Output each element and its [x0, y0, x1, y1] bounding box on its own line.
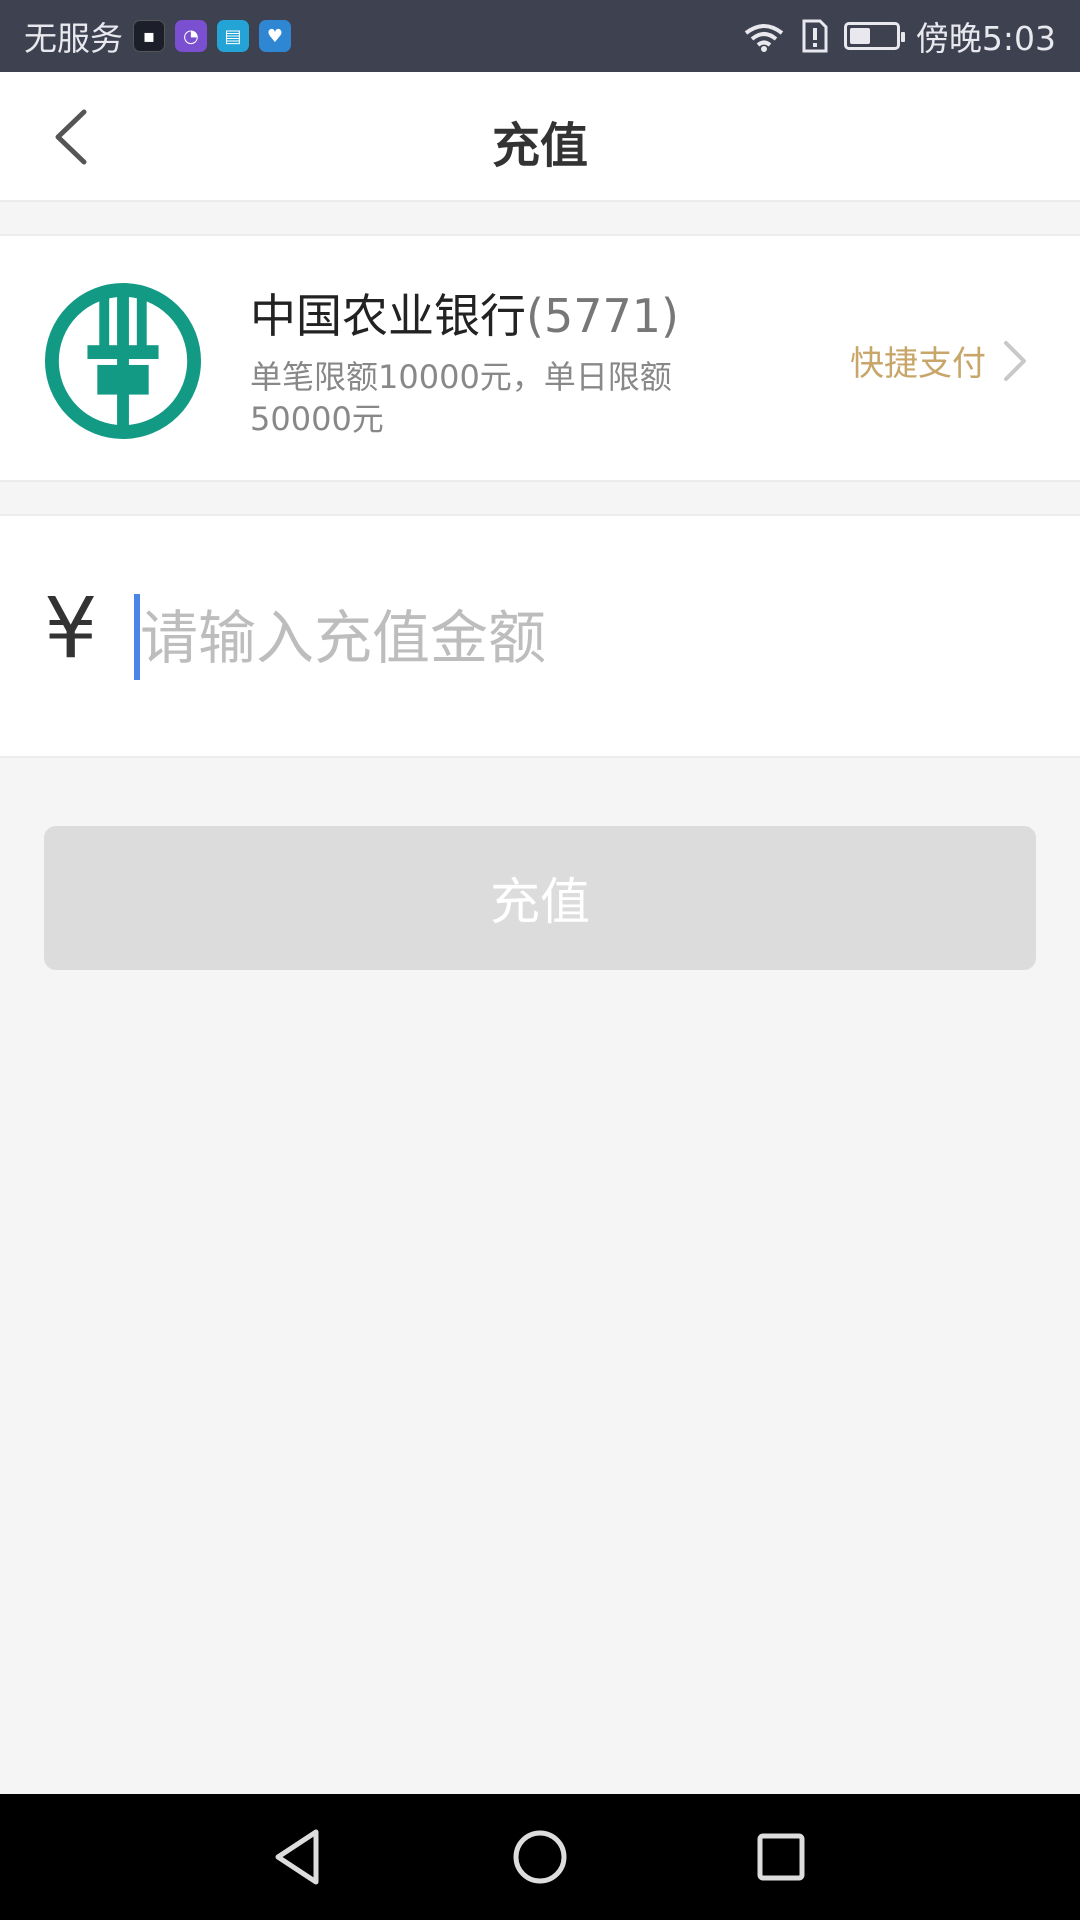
chevron-right-icon — [1004, 340, 1026, 381]
system-nav-bar — [0, 1794, 1080, 1920]
book-app-icon: ▤ — [217, 20, 249, 52]
nav-bar: 充值 — [0, 72, 1080, 202]
abc-bank-logo — [44, 282, 202, 440]
pay-method[interactable]: 快捷支付 — [850, 336, 1028, 385]
status-left: 无服务 ▪ ◔ ▤ ♥ — [24, 12, 291, 60]
recharge-button[interactable]: 充值 — [44, 826, 1036, 970]
card-suffix: (5771) — [526, 289, 679, 343]
pay-method-label: 快捷支付 — [850, 344, 986, 384]
status-bar: 无服务 ▪ ◔ ▤ ♥ 傍晚5:03 — [0, 0, 1080, 72]
bank-card-selector[interactable]: 中国农业银行(5771) 单笔限额10000元，单日限额50000元 快捷支付 — [0, 234, 1080, 482]
wifi-icon — [744, 24, 784, 52]
currency-symbol: ¥ — [44, 579, 98, 677]
clock-text: 傍晚5:03 — [915, 19, 1056, 58]
battery-fill — [849, 28, 870, 44]
sim-alert-icon — [802, 19, 828, 53]
bank-name-text: 中国农业银行 — [250, 289, 526, 343]
pie-app-icon: ◔ — [175, 20, 207, 52]
bank-limit-text: 单笔限额10000元，单日限额50000元 — [250, 358, 672, 438]
page-title: 充值 — [491, 118, 588, 174]
status-right: 傍晚5:03 — [742, 12, 1056, 60]
home-circle-icon[interactable] — [507, 1824, 573, 1890]
recents-square-icon[interactable] — [748, 1824, 814, 1890]
heart-app-icon: ♥ — [259, 20, 291, 52]
bank-name: 中国农业银行(5771) — [250, 280, 679, 346]
battery-icon — [843, 22, 905, 50]
amount-input[interactable] — [140, 590, 1000, 686]
huawei-app-icon: ▪ — [133, 20, 165, 52]
back-triangle-icon[interactable] — [266, 1824, 332, 1890]
amount-input-row: ¥ — [0, 514, 1080, 758]
carrier-text: 无服务 — [24, 19, 123, 58]
